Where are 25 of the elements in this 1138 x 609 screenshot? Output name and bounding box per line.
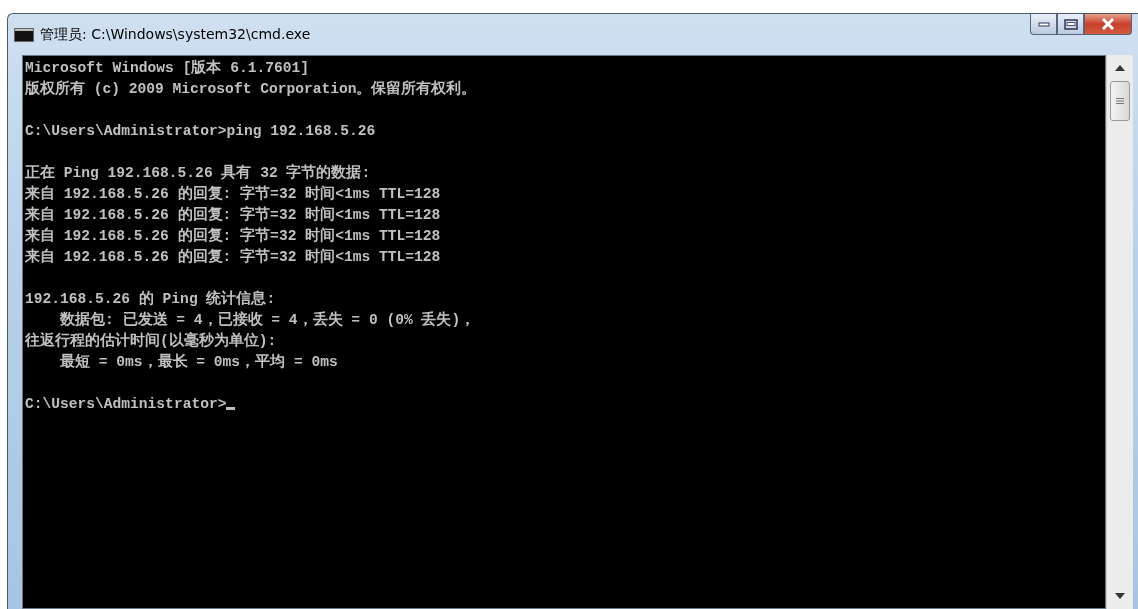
console-line: 数据包: 已发送 = 4，已接收 = 4，丢失 = 0 (0% 丢失)， (59, 312, 476, 328)
console-line: 来自 192.168.5.26 的回复: 字节=32 时间<1ms TTL=128 (25, 249, 441, 265)
console-line: 来自 192.168.5.26 的回复: 字节=32 时间<1ms TTL=128 (25, 186, 441, 202)
console-line: 正在 Ping 192.168.5.26 具有 32 字节的数据: (25, 165, 371, 181)
scrollbar-thumb[interactable] (1110, 81, 1130, 121)
console-line: 版权所有 (c) 2009 Microsoft Corporation。保留所有权利。 (25, 81, 477, 97)
console-line: 192.168.5.26 的 Ping 统计信息: (25, 291, 276, 307)
console-line: 来自 192.168.5.26 的回复: 字节=32 时间<1ms TTL=128 (25, 228, 441, 244)
scrollbar[interactable] (1106, 55, 1133, 609)
close-icon (1100, 18, 1116, 30)
console-line: 最短 = 0ms，最长 = 0ms，平均 = 0ms (59, 354, 338, 370)
console-line: C:\Users\Administrator> (25, 396, 227, 412)
console-line: C:\Users\Administrator>ping 192.168.5.26 (25, 123, 376, 139)
console-line: 往返行程的估计时间(以毫秒为单位): (25, 333, 277, 349)
maximize-icon (1063, 18, 1078, 30)
window-title: 管理员: C:\Windows\system32\cmd.exe (40, 25, 311, 44)
close-button[interactable] (1084, 14, 1132, 35)
console-line: 来自 192.168.5.26 的回复: 字节=32 时间<1ms TTL=128 (25, 207, 441, 223)
minimize-icon (1037, 21, 1050, 27)
console-icon (14, 27, 34, 42)
scroll-down-icon[interactable] (1115, 593, 1125, 599)
maximize-button[interactable] (1057, 14, 1084, 35)
minimize-button[interactable] (1030, 14, 1057, 35)
scroll-up-icon[interactable] (1115, 65, 1125, 71)
console-line: Microsoft Windows [版本 6.1.7601] (25, 60, 309, 76)
